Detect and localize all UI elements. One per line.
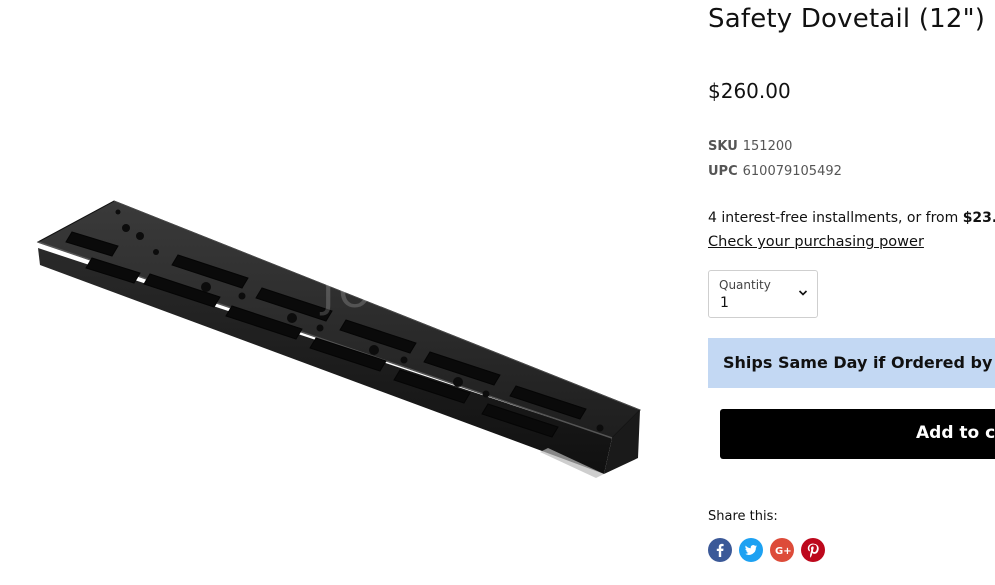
- sku-value: 151200: [742, 139, 793, 154]
- product-info-panel: Safety Dovetail (12") $260.00 SKU 151200 …: [708, 0, 995, 585]
- twitter-share-button[interactable]: [739, 538, 763, 562]
- google-plus-icon: G+: [775, 546, 792, 557]
- shipping-banner: Ships Same Day if Ordered by 10am: [708, 338, 995, 388]
- add-to-cart-label: Add to car: [916, 423, 995, 443]
- quantity-label: Quantity: [719, 278, 771, 292]
- facebook-icon: [716, 543, 724, 557]
- image-watermark: JOO: [322, 268, 413, 317]
- installments-copy: 4 interest-free installments, or from: [708, 210, 963, 226]
- quantity-value: 1: [720, 295, 729, 311]
- add-to-cart-button[interactable]: Add to car: [720, 409, 995, 459]
- pinterest-share-button[interactable]: [801, 538, 825, 562]
- google-plus-share-button[interactable]: G+: [770, 538, 794, 562]
- sku-row: SKU 151200: [708, 139, 792, 154]
- upc-label: UPC: [708, 164, 738, 179]
- upc-row: UPC 610079105492: [708, 164, 842, 179]
- check-purchasing-power-link[interactable]: Check your purchasing power: [708, 234, 924, 250]
- product-title: Safety Dovetail (12"): [708, 4, 986, 34]
- twitter-icon: [745, 545, 757, 555]
- installments-amount: $23.4: [962, 210, 995, 226]
- product-image[interactable]: JOO: [0, 0, 690, 585]
- chevron-down-icon: [798, 290, 808, 296]
- upc-value: 610079105492: [742, 164, 842, 179]
- facebook-share-button[interactable]: [708, 538, 732, 562]
- shipping-banner-text: Ships Same Day if Ordered by 10am: [723, 353, 995, 372]
- svg-text:G+: G+: [775, 546, 792, 557]
- sku-label: SKU: [708, 139, 738, 154]
- pinterest-icon: [807, 543, 819, 558]
- share-label: Share this:: [708, 509, 778, 524]
- installments-text: 4 interest-free installments, or from $2…: [708, 210, 995, 226]
- quantity-select[interactable]: Quantity 1: [708, 270, 818, 318]
- product-price: $260.00: [708, 79, 791, 103]
